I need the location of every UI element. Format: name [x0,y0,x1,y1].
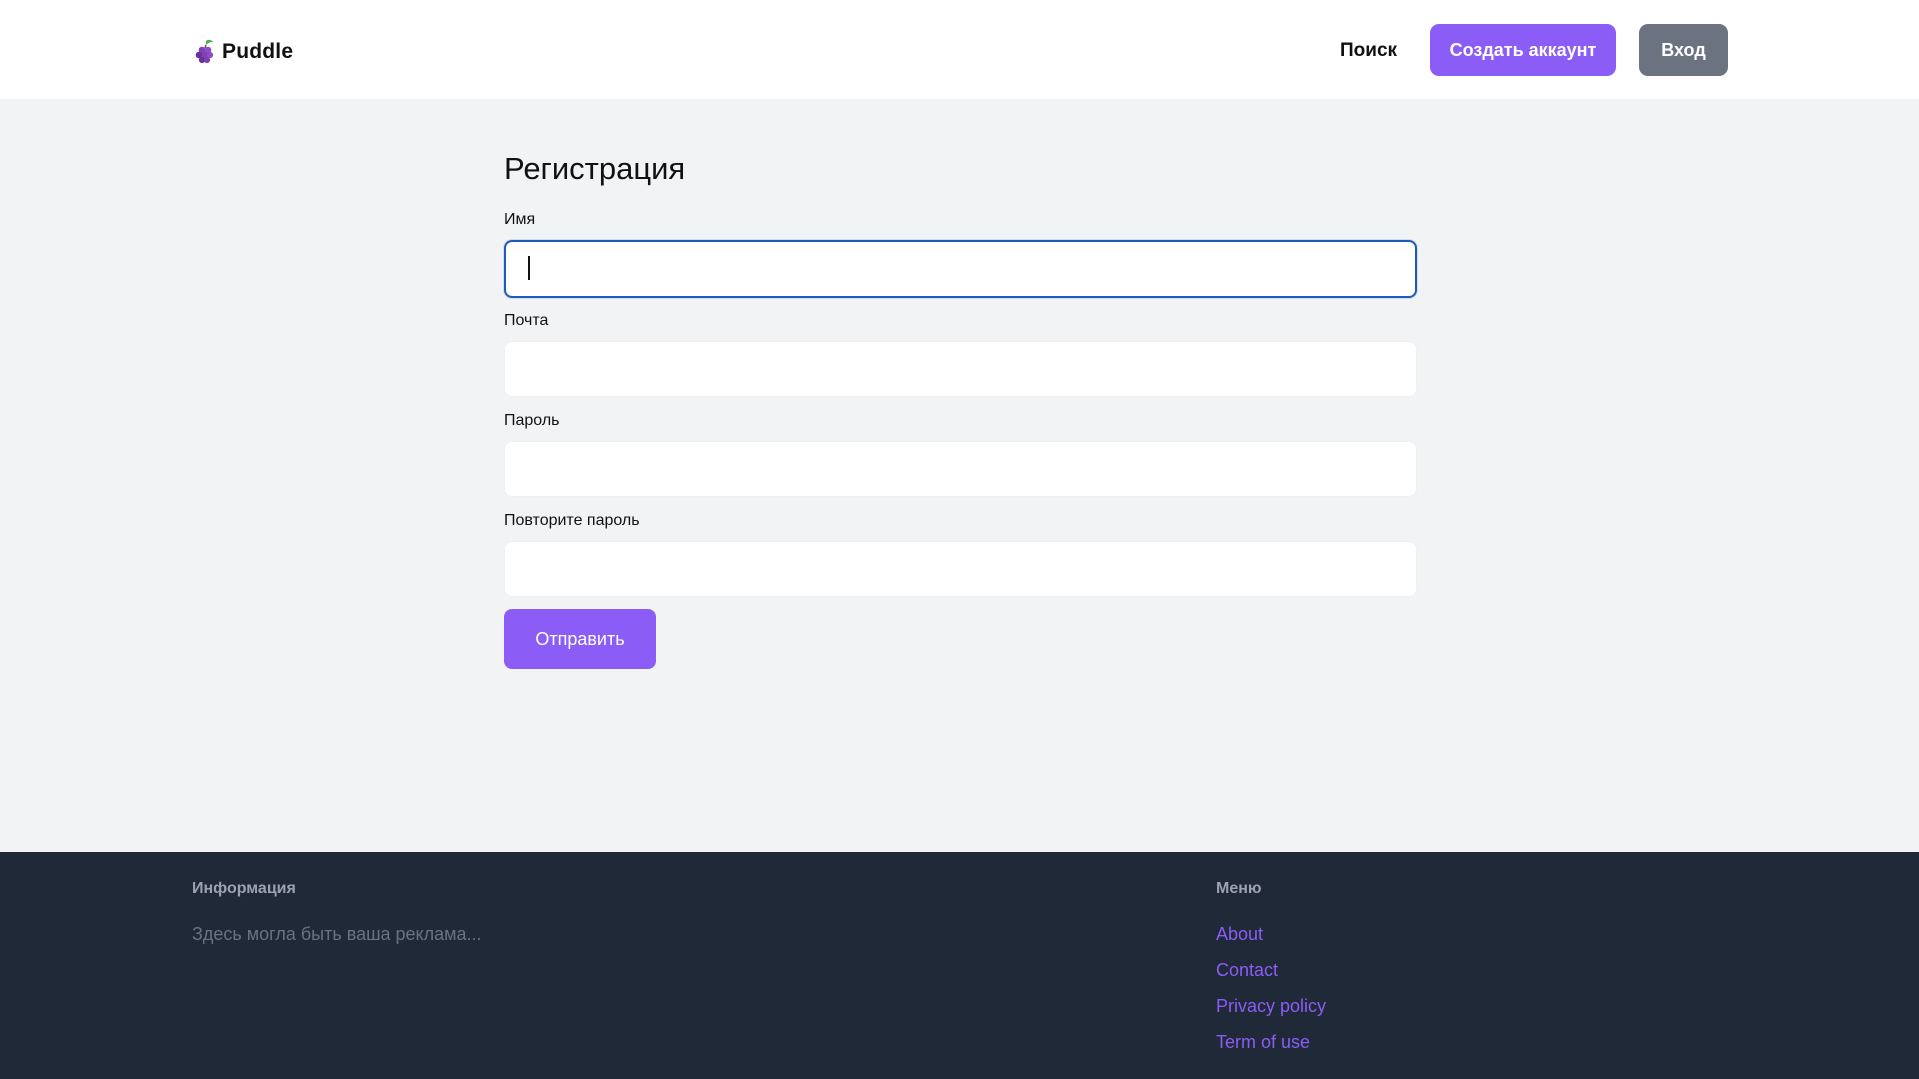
top-navbar: Puddle Поиск Создать аккаунт Вход [0,0,1919,99]
password-label: Пароль [504,412,560,429]
name-label: Имя [504,211,536,228]
brand-name: Puddle [222,40,294,63]
email-input[interactable] [504,341,1417,397]
confirm-password-label: Повторите пароль [504,512,640,529]
footer-info-heading: Информация [192,880,296,897]
footer-menu: About Contact Privacy policy Term of use [1216,922,1326,1066]
search-link[interactable]: Поиск [1340,36,1397,66]
footer-link-about[interactable]: About [1216,922,1326,958]
password-input[interactable] [504,441,1417,497]
create-account-button[interactable]: Создать аккаунт [1430,24,1616,76]
name-input[interactable] [504,240,1417,298]
login-button[interactable]: Вход [1639,24,1728,76]
grapes-icon [194,39,216,65]
name-field-wrapper [504,240,1417,298]
brand-logo-link[interactable]: Puddle [194,38,293,66]
text-cursor [528,256,530,280]
email-label: Почта [504,312,549,329]
footer-link-contact[interactable]: Contact [1216,958,1326,994]
footer-link-terms[interactable]: Term of use [1216,1030,1326,1066]
submit-button[interactable]: Отправить [504,609,656,669]
footer-link-privacy-policy[interactable]: Privacy policy [1216,994,1326,1030]
footer-menu-heading: Меню [1216,880,1262,897]
confirm-password-input[interactable] [504,541,1417,597]
page-title: Регистрация [504,151,686,186]
footer-info-text: Здесь могла быть ваша реклама... [192,924,482,944]
